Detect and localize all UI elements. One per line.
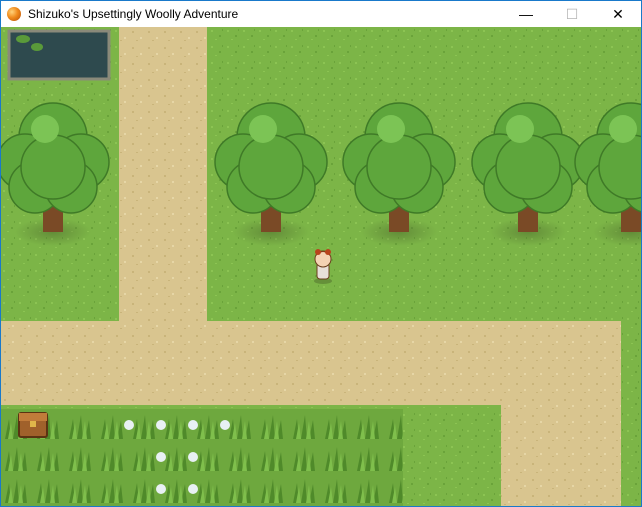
minimize-button[interactable]: — — [503, 1, 549, 27]
maximize-button[interactable]: ☐ — [549, 1, 595, 27]
app-orb-icon — [7, 7, 21, 21]
dirt-path-horizontal — [1, 321, 621, 405]
dirt-path-vertical — [119, 27, 207, 325]
pond — [7, 29, 111, 81]
game-viewport[interactable] — [1, 27, 641, 506]
game-window: Shizuko's Upsettingly Woolly Adventure —… — [0, 0, 642, 507]
title-bar[interactable]: Shizuko's Upsettingly Woolly Adventure —… — [1, 1, 641, 27]
treasure-chest[interactable] — [18, 412, 48, 438]
tall-grass-field — [1, 409, 403, 506]
window-title: Shizuko's Upsettingly Woolly Adventure — [28, 7, 239, 21]
close-button[interactable]: ✕ — [595, 1, 641, 27]
dirt-path-south — [501, 397, 621, 506]
